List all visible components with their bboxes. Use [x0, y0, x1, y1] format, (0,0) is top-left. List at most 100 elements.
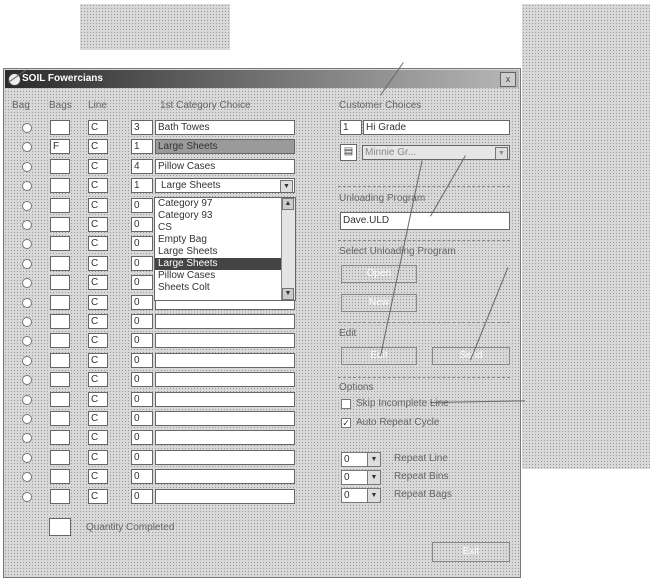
line-field[interactable]: C [88, 275, 108, 290]
line-field[interactable]: C [88, 489, 108, 504]
bags-field[interactable] [50, 295, 70, 310]
bags-field[interactable] [50, 159, 70, 174]
bags-field[interactable] [50, 333, 70, 348]
qty-field[interactable]: 4 [131, 159, 153, 174]
category-field[interactable]: Pillow Cases [155, 159, 295, 174]
line-field[interactable]: C [88, 372, 108, 387]
edit-button[interactable]: Edit [341, 347, 417, 365]
category-field[interactable]: Large Sheets [155, 139, 295, 154]
bags-field[interactable] [50, 411, 70, 426]
bag-radio[interactable] [22, 356, 32, 366]
dropdown-option[interactable]: Large Sheets [155, 258, 295, 270]
qty-field[interactable]: 0 [131, 198, 153, 213]
category-field[interactable] [155, 411, 295, 426]
category-field[interactable] [155, 372, 295, 387]
bag-radio[interactable] [22, 414, 32, 424]
qty-field[interactable]: 0 [131, 392, 153, 407]
dropdown-option[interactable]: CS [155, 222, 295, 234]
bag-radio[interactable] [22, 375, 32, 385]
chevron-down-icon[interactable]: ▼ [367, 453, 380, 466]
chevron-down-icon[interactable]: ▼ [367, 471, 380, 484]
line-field[interactable]: C [88, 256, 108, 271]
line-field[interactable]: C [88, 469, 108, 484]
qty-field[interactable]: 0 [131, 411, 153, 426]
category-field[interactable] [155, 353, 295, 368]
bags-field[interactable] [50, 178, 70, 193]
unloading-program-field[interactable]: Dave.ULD [340, 212, 510, 230]
open-button[interactable]: Open [341, 265, 417, 283]
category-field[interactable] [155, 469, 295, 484]
customer-choice-combo[interactable]: Minnie Gr... ▼ [362, 145, 510, 160]
repeat-spinner[interactable]: 0 ▼ [341, 488, 381, 503]
bags-field[interactable] [50, 489, 70, 504]
bag-radio[interactable] [22, 472, 32, 482]
skip-incomplete-checkbox[interactable] [341, 399, 351, 409]
bag-radio[interactable] [22, 123, 32, 133]
bag-radio[interactable] [22, 317, 32, 327]
line-field[interactable]: C [88, 139, 108, 154]
qty-field[interactable]: 0 [131, 372, 153, 387]
bags-field[interactable] [50, 217, 70, 232]
line-field[interactable]: C [88, 392, 108, 407]
category-combo[interactable]: Large Sheets ▼ [155, 178, 295, 193]
bags-field[interactable] [50, 430, 70, 445]
qty-field[interactable]: 0 [131, 333, 153, 348]
category-field[interactable] [155, 489, 295, 504]
customer-number-field[interactable]: 1 [340, 120, 362, 135]
exit-button[interactable]: Exit [432, 542, 510, 562]
bag-radio[interactable] [22, 162, 32, 172]
qty-field[interactable]: 0 [131, 236, 153, 251]
line-field[interactable]: C [88, 314, 108, 329]
category-field[interactable]: Bath Towes [155, 120, 295, 135]
category-field[interactable] [155, 430, 295, 445]
close-icon[interactable]: x [500, 72, 516, 87]
qty-field[interactable]: 1 [131, 178, 153, 193]
chevron-down-icon[interactable]: ▼ [280, 180, 293, 192]
qty-field[interactable]: 0 [131, 469, 153, 484]
bags-field[interactable] [50, 450, 70, 465]
bag-radio[interactable] [22, 278, 32, 288]
qty-field[interactable]: 0 [131, 353, 153, 368]
bag-radio[interactable] [22, 142, 32, 152]
dropdown-option[interactable]: Category 93 [155, 210, 295, 222]
bag-radio[interactable] [22, 492, 32, 502]
qty-field[interactable]: 0 [131, 256, 153, 271]
bags-field[interactable] [50, 469, 70, 484]
line-field[interactable]: C [88, 159, 108, 174]
scroll-down-icon[interactable]: ▼ [282, 288, 294, 300]
dropdown-option[interactable]: Large Sheets [155, 246, 295, 258]
quantity-completed-field[interactable] [49, 518, 71, 536]
bags-field[interactable]: F [50, 139, 70, 154]
dropdown-scrollbar[interactable]: ▲ ▼ [281, 198, 295, 300]
bag-radio[interactable] [22, 239, 32, 249]
qty-field[interactable]: 0 [131, 275, 153, 290]
line-field[interactable]: C [88, 411, 108, 426]
bags-field[interactable] [50, 256, 70, 271]
bags-field[interactable] [50, 198, 70, 213]
scroll-up-icon[interactable]: ▲ [282, 198, 294, 210]
category-field[interactable] [155, 450, 295, 465]
line-field[interactable]: C [88, 120, 108, 135]
dropdown-option[interactable]: Pillow Cases [155, 270, 295, 282]
qty-field[interactable]: 0 [131, 314, 153, 329]
bag-radio[interactable] [22, 453, 32, 463]
bags-field[interactable] [50, 372, 70, 387]
line-field[interactable]: C [88, 353, 108, 368]
bags-field[interactable] [50, 353, 70, 368]
bag-radio[interactable] [22, 181, 32, 191]
category-field[interactable] [155, 333, 295, 348]
category-field[interactable] [155, 314, 295, 329]
line-field[interactable]: C [88, 450, 108, 465]
bags-field[interactable] [50, 392, 70, 407]
category-field[interactable] [155, 392, 295, 407]
qty-field[interactable]: 0 [131, 217, 153, 232]
bag-radio[interactable] [22, 433, 32, 443]
bag-radio[interactable] [22, 298, 32, 308]
line-field[interactable]: C [88, 333, 108, 348]
bags-field[interactable] [50, 236, 70, 251]
bag-radio[interactable] [22, 336, 32, 346]
line-field[interactable]: C [88, 295, 108, 310]
qty-field[interactable]: 0 [131, 489, 153, 504]
bags-field[interactable] [50, 120, 70, 135]
qty-field[interactable]: 3 [131, 120, 153, 135]
